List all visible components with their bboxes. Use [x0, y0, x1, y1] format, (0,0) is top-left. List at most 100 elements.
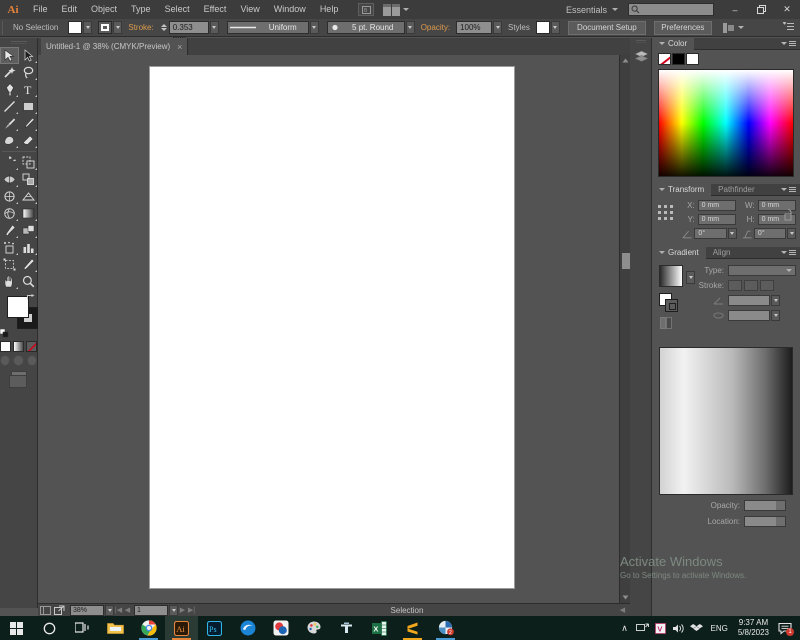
tab-pathfinder[interactable]: Pathfinder	[711, 184, 761, 196]
document-tab[interactable]: Untitled-1 @ 38% (CMYK/Preview) ×	[41, 38, 189, 55]
artboard-number-input[interactable]: 1	[134, 604, 168, 616]
stroke-weight-stepper[interactable]	[160, 21, 168, 34]
pen-tool[interactable]	[0, 81, 19, 98]
rotate-tool[interactable]	[0, 154, 19, 171]
draw-behind-button[interactable]	[13, 355, 24, 366]
graphic-style-swatch[interactable]	[535, 21, 550, 34]
menu-view[interactable]: View	[233, 0, 266, 19]
transform-shear-dropdown[interactable]	[787, 228, 796, 239]
search-input[interactable]	[628, 3, 714, 16]
menu-type[interactable]: Type	[124, 0, 158, 19]
adobe-photoshop-icon[interactable]: Ps	[198, 616, 231, 640]
stroke-weight-input[interactable]: 0.353 mm	[168, 21, 209, 43]
edge-icon[interactable]	[231, 616, 264, 640]
menu-window[interactable]: Window	[267, 0, 313, 19]
line-segment-tool[interactable]	[0, 98, 19, 115]
canvas-area[interactable]	[38, 55, 630, 603]
stroke-profile-dropdown[interactable]	[309, 21, 319, 34]
scale-tool[interactable]	[19, 154, 38, 171]
scroll-down-icon[interactable]	[620, 592, 630, 603]
shape-builder-tool[interactable]	[19, 171, 38, 188]
tab-gradient[interactable]: Gradient	[652, 246, 706, 259]
gradient-stroke-within-button[interactable]	[728, 280, 742, 291]
stroke-swatch-dropdown[interactable]	[113, 21, 123, 34]
adobe-illustrator-icon[interactable]: Ai	[165, 616, 198, 640]
menu-effect[interactable]: Effect	[197, 0, 234, 19]
artboard[interactable]	[150, 67, 514, 588]
column-graph-tool[interactable]	[19, 239, 38, 256]
document-setup-button[interactable]: Document Setup	[567, 20, 646, 35]
artboard-number-dropdown[interactable]	[169, 604, 178, 616]
tab-align[interactable]: Align	[706, 247, 738, 259]
gradient-angle-dropdown[interactable]	[771, 295, 780, 306]
gradient-aspect-dropdown[interactable]	[771, 310, 780, 321]
fill-indicator[interactable]	[7, 296, 29, 318]
scroll-up-icon[interactable]	[620, 55, 630, 66]
selection-tool[interactable]	[0, 47, 19, 64]
gradient-location-input[interactable]	[744, 516, 786, 527]
free-transform-tool[interactable]	[0, 188, 19, 205]
blob-brush-tool[interactable]	[0, 132, 19, 149]
notification-center-icon[interactable]: 1	[774, 616, 796, 640]
none-button[interactable]	[26, 341, 37, 352]
tab-transform[interactable]: Transform	[652, 183, 712, 196]
gradient-opacity-input[interactable]	[744, 500, 786, 511]
eyedropper-tool[interactable]	[0, 222, 19, 239]
close-icon[interactable]: ×	[177, 42, 182, 52]
stroke-profile-select[interactable]: Uniform	[226, 21, 309, 34]
default-fill-stroke-icon[interactable]	[0, 328, 9, 338]
maximize-restore-button[interactable]	[748, 0, 774, 19]
rectangle-tool[interactable]	[19, 98, 38, 115]
close-button[interactable]: ✕	[774, 0, 800, 19]
gradient-fill-stroke-toggle[interactable]	[659, 293, 678, 312]
start-button[interactable]	[0, 616, 33, 640]
menu-help[interactable]: Help	[313, 0, 346, 19]
tools-panel-grip[interactable]	[0, 38, 37, 47]
gradient-slider[interactable]	[659, 347, 793, 495]
tray-chevron-up-icon[interactable]: ∧	[616, 616, 634, 640]
gradient-preset-dropdown[interactable]	[686, 271, 695, 284]
hand-tool[interactable]	[0, 273, 19, 290]
vertical-scrollbar[interactable]	[619, 55, 630, 603]
lasso-tool[interactable]	[19, 64, 38, 81]
tab-color[interactable]: Color	[652, 37, 695, 50]
gradient-stroke-across-button[interactable]	[760, 280, 774, 291]
next-artboard-icon[interactable]: ▶	[178, 605, 187, 616]
menu-edit[interactable]: Edit	[55, 0, 85, 19]
gradient-tool[interactable]	[19, 205, 38, 222]
workspace-switcher[interactable]: Essentials	[566, 5, 618, 15]
file-explorer-icon[interactable]	[99, 616, 132, 640]
align-icon[interactable]	[722, 22, 735, 34]
artboard-tool[interactable]	[0, 256, 19, 273]
minimize-button[interactable]: –	[722, 0, 748, 19]
share-icon[interactable]	[52, 605, 66, 616]
first-artboard-icon[interactable]: |◀	[114, 605, 123, 616]
excel-icon[interactable]: X	[363, 616, 396, 640]
arrange-documents-button[interactable]	[377, 3, 410, 16]
constrain-proportions-icon[interactable]	[782, 208, 794, 225]
control-panel-menu-icon[interactable]	[783, 22, 794, 33]
network-icon[interactable]	[634, 616, 652, 640]
zoom-level-input[interactable]: 38%	[70, 604, 104, 616]
type-tool[interactable]: T	[19, 81, 38, 98]
dock-grip[interactable]	[630, 38, 651, 46]
screen-mode-button[interactable]	[0, 371, 37, 388]
media-player-icon[interactable]	[264, 616, 297, 640]
reference-point-selector[interactable]	[658, 205, 673, 220]
language-indicator[interactable]: ENG	[706, 624, 733, 633]
draw-inside-button[interactable]	[26, 355, 37, 366]
eraser-tool[interactable]	[19, 132, 38, 149]
transform-y-input[interactable]: 0 mm	[697, 214, 736, 225]
gradient-panel-menu-icon[interactable]	[781, 250, 796, 255]
black-swatch[interactable]	[672, 53, 685, 65]
swap-fill-stroke-icon[interactable]	[27, 294, 35, 302]
stroke-weight-dropdown[interactable]	[209, 21, 219, 34]
menu-select[interactable]: Select	[158, 0, 197, 19]
transform-panel-menu-icon[interactable]	[781, 187, 796, 192]
vertical-scrollbar-thumb[interactable]	[622, 253, 630, 269]
app-icon[interactable]: 2	[429, 616, 462, 640]
menu-file[interactable]: File	[26, 0, 55, 19]
sublime-icon[interactable]	[396, 616, 429, 640]
preferences-button[interactable]: Preferences	[653, 20, 712, 35]
antivirus-icon[interactable]: V	[652, 616, 670, 640]
